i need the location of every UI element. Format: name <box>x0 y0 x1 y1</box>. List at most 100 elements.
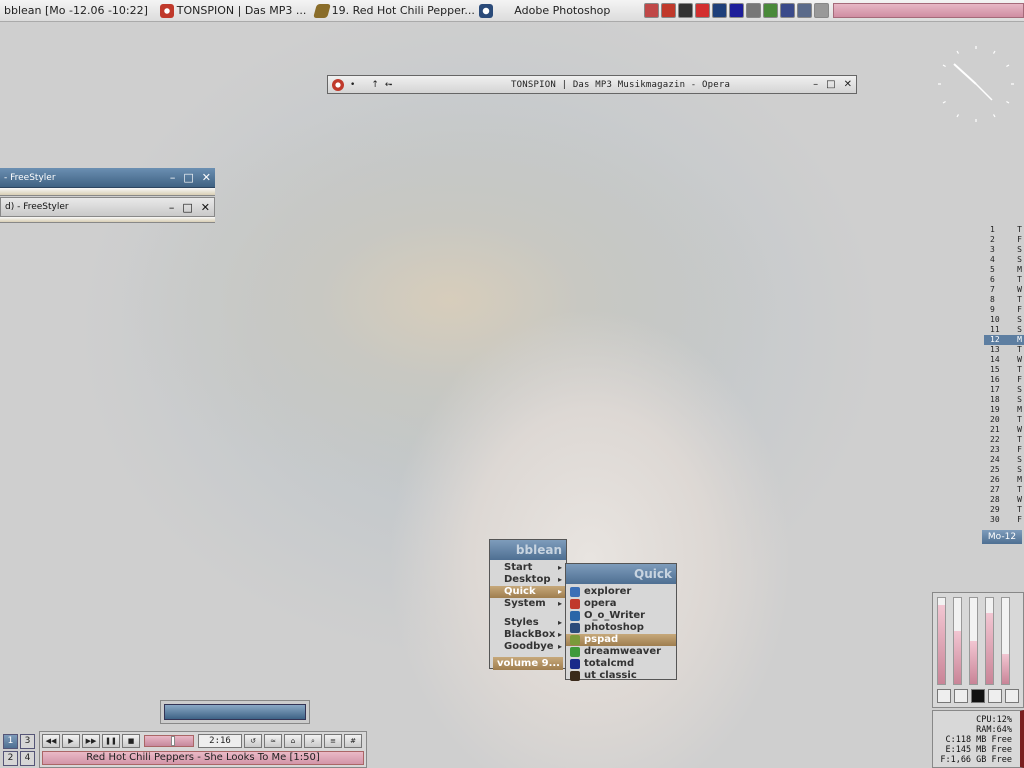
quick-item-ut-classic[interactable]: ut classic <box>566 670 676 682</box>
quick-item-totalcmd[interactable]: totalcmd <box>566 658 676 670</box>
prev-button[interactable]: ◀◀ <box>42 734 60 748</box>
menu-item-start[interactable]: Start <box>490 562 566 574</box>
quick-item-dreamweaver[interactable]: dreamweaver <box>566 646 676 658</box>
seek-knob[interactable] <box>171 736 175 746</box>
calendar-day[interactable]: 27 T <box>984 485 1024 495</box>
calendar-day[interactable]: 18 S <box>984 395 1024 405</box>
minimize-button[interactable]: – <box>169 201 175 214</box>
calendar-day[interactable]: 22 T <box>984 435 1024 445</box>
calendar-day[interactable]: 2F <box>984 235 1024 245</box>
maximize-button[interactable]: □ <box>182 201 192 214</box>
tray-acrobat-icon[interactable] <box>695 3 711 18</box>
repeat-button[interactable]: ↺ <box>244 734 262 748</box>
quick-item-explorer[interactable]: explorer <box>566 586 676 598</box>
meter-box[interactable] <box>937 689 951 703</box>
quick-item-photoshop[interactable]: photoshop <box>566 622 676 634</box>
search-button[interactable]: ⌕ <box>304 734 322 748</box>
workspace-button[interactable]: 4 <box>20 751 35 766</box>
tray-film-icon[interactable] <box>678 3 694 18</box>
meter-box[interactable] <box>954 689 968 703</box>
calendar-day[interactable]: 23 F <box>984 445 1024 455</box>
seek-slider[interactable] <box>144 735 194 747</box>
calendar-day[interactable]: 14 W <box>984 355 1024 365</box>
calendar-day[interactable]: 12 M <box>984 335 1024 345</box>
menu-item-goodbye[interactable]: Goodbye <box>490 641 566 653</box>
task-tonspion[interactable]: TONSPION | Das MP3 ... <box>157 3 312 18</box>
quick-item-pspad[interactable]: pspad <box>566 634 676 646</box>
quick-item-o-o-writer[interactable]: O_o_Writer <box>566 610 676 622</box>
volume-menu-item[interactable]: volume 9... <box>493 657 563 670</box>
opera-nav-dot[interactable]: • <box>350 80 355 90</box>
calendar-day[interactable]: 16 F <box>984 375 1024 385</box>
play-button[interactable]: ▶ <box>62 734 80 748</box>
maximize-button[interactable]: □ <box>826 79 835 90</box>
task-photoshop[interactable]: Adobe Photoshop <box>476 3 638 18</box>
tray-monitor-icon[interactable] <box>780 3 796 18</box>
shuffle-button[interactable]: ≈ <box>264 734 282 748</box>
menu-item-styles[interactable]: Styles <box>490 617 566 629</box>
opera-nav-back[interactable]: ←̵ <box>385 80 393 90</box>
meter-box[interactable] <box>1005 689 1019 703</box>
opera-nav-up[interactable]: ↑ <box>371 80 379 90</box>
calendar-day[interactable]: 25 S <box>984 465 1024 475</box>
menu-item-quick[interactable]: Quick <box>490 586 566 598</box>
freestyler-window-2-titlebar[interactable]: d) - FreeStyler – □ ✕ <box>0 197 215 217</box>
calendar-day[interactable]: 28 W <box>984 495 1024 505</box>
tray-arrow-icon[interactable] <box>644 3 660 18</box>
opera-window-titlebar[interactable]: • ↑ ←̵ TONSPION | Das MP3 Musikmagazin -… <box>327 75 857 94</box>
calendar-day[interactable]: 17 S <box>984 385 1024 395</box>
tray-speaker-icon[interactable] <box>797 3 813 18</box>
calendar-day[interactable]: 13 T <box>984 345 1024 355</box>
freestyler-window-titlebar[interactable]: - FreeStyler – □ ✕ <box>0 168 215 188</box>
stop-button[interactable]: ■ <box>122 734 140 748</box>
playlist-button[interactable]: ≡ <box>324 734 342 748</box>
home-button[interactable]: ⌂ <box>284 734 302 748</box>
calendar-day[interactable]: 1T <box>984 225 1024 235</box>
menu-item-blackbox[interactable]: BlackBox <box>490 629 566 641</box>
menu-item-system[interactable]: System <box>490 598 566 610</box>
workspace-button[interactable]: 2 <box>3 751 18 766</box>
calendar-day[interactable]: 21 W <box>984 425 1024 435</box>
workspace-button[interactable]: 1 <box>3 734 18 749</box>
minimize-button[interactable]: – <box>813 79 818 90</box>
menu-item-desktop[interactable]: Desktop <box>490 574 566 586</box>
calendar-day[interactable]: 24 S <box>984 455 1024 465</box>
workspace-button[interactable]: 3 <box>20 734 35 749</box>
calendar-day[interactable]: 4S <box>984 255 1024 265</box>
calendar-day[interactable]: 3S <box>984 245 1024 255</box>
tray-tree-icon[interactable] <box>763 3 779 18</box>
calendar-day[interactable]: 15 T <box>984 365 1024 375</box>
calendar-day[interactable]: 7W <box>984 285 1024 295</box>
calendar-day[interactable]: 6T <box>984 275 1024 285</box>
calendar-day[interactable]: 29 T <box>984 505 1024 515</box>
quick-item-opera[interactable]: opera <box>566 598 676 610</box>
close-button[interactable]: ✕ <box>201 201 210 214</box>
taskbar-volume-bar[interactable] <box>833 3 1024 18</box>
calendar-day[interactable]: 30 F <box>984 515 1024 525</box>
meter-box[interactable] <box>988 689 1002 703</box>
close-button[interactable]: ✕ <box>202 171 211 184</box>
meter-box[interactable] <box>971 689 985 703</box>
calendar-day[interactable]: 19 M <box>984 405 1024 415</box>
close-button[interactable]: ✕ <box>844 79 852 90</box>
calendar-day[interactable]: 26 M <box>984 475 1024 485</box>
tray-opera-icon[interactable] <box>661 3 677 18</box>
minimize-button[interactable]: – <box>170 171 176 184</box>
next-button[interactable]: ▶▶ <box>82 734 100 748</box>
calendar-day[interactable]: 8T <box>984 295 1024 305</box>
pause-button[interactable]: ❚❚ <box>102 734 120 748</box>
tray-messenger-icon[interactable] <box>814 3 830 18</box>
calendar-day[interactable]: 10 S <box>984 315 1024 325</box>
taskbar-clock[interactable]: bblean [Mo -12.06 -10:22] <box>0 4 157 17</box>
tray-target-icon[interactable] <box>729 3 745 18</box>
calendar-day[interactable]: 5M <box>984 265 1024 275</box>
calendar-day[interactable]: 11 S <box>984 325 1024 335</box>
task-winamp[interactable]: 19. Red Hot Chili Pepper... <box>312 3 477 18</box>
calendar-day[interactable]: 9F <box>984 305 1024 315</box>
calendar-day[interactable]: 20 T <box>984 415 1024 425</box>
calendar-date-label[interactable]: Mo-12 <box>982 530 1022 544</box>
options-button[interactable]: # <box>344 734 362 748</box>
tray-network-icon[interactable] <box>712 3 728 18</box>
maximize-button[interactable]: □ <box>183 171 193 184</box>
tray-window-icon[interactable] <box>746 3 762 18</box>
